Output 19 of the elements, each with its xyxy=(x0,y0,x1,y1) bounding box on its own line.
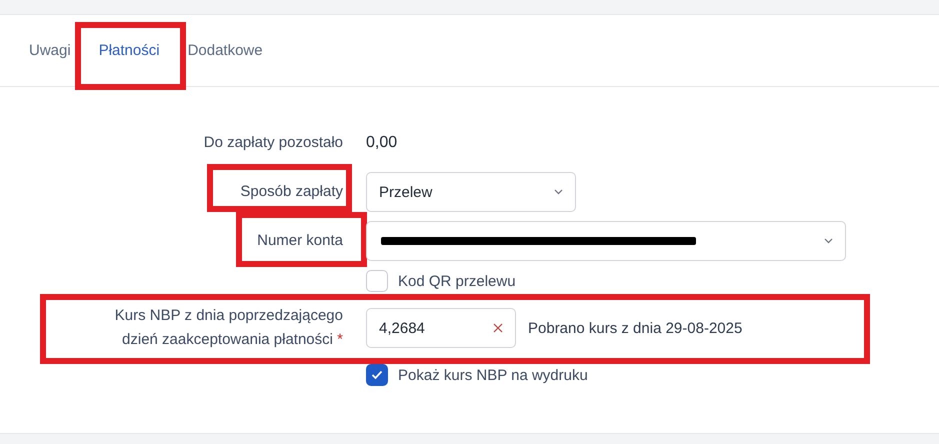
tab[interactable]: Uwagi xyxy=(15,15,85,85)
amount-value: 0,00 xyxy=(366,134,398,152)
check-icon xyxy=(371,370,383,380)
field-label: Kurs NBP z dnia poprzedzającego dzień zaakceptowania płatności * xyxy=(114,306,343,350)
field-label: Sposób zapłaty xyxy=(240,183,343,200)
clear-icon[interactable] xyxy=(493,323,503,333)
tab[interactable]: Dodatkowe xyxy=(174,15,277,85)
field-label: Numer konta xyxy=(257,232,343,249)
checkbox[interactable] xyxy=(366,364,388,386)
account-dropdown[interactable] xyxy=(366,221,846,261)
exchange-rate-field[interactable]: 4,2684 xyxy=(366,308,516,348)
tab[interactable]: Płatności xyxy=(84,15,174,85)
payment-method-dropdown[interactable]: Przelew xyxy=(366,172,576,212)
checkbox-label: Pokaż kurs NBP na wydruku xyxy=(398,366,588,384)
field-label: Do zapłaty pozostało xyxy=(204,133,343,153)
checkbox-label: Kod QR przelewu xyxy=(398,272,516,290)
rate-note: Pobrano kurs z dnia 29-08-2025 xyxy=(528,320,742,336)
chevron-down-icon xyxy=(824,238,833,244)
chevron-down-icon xyxy=(554,189,563,195)
